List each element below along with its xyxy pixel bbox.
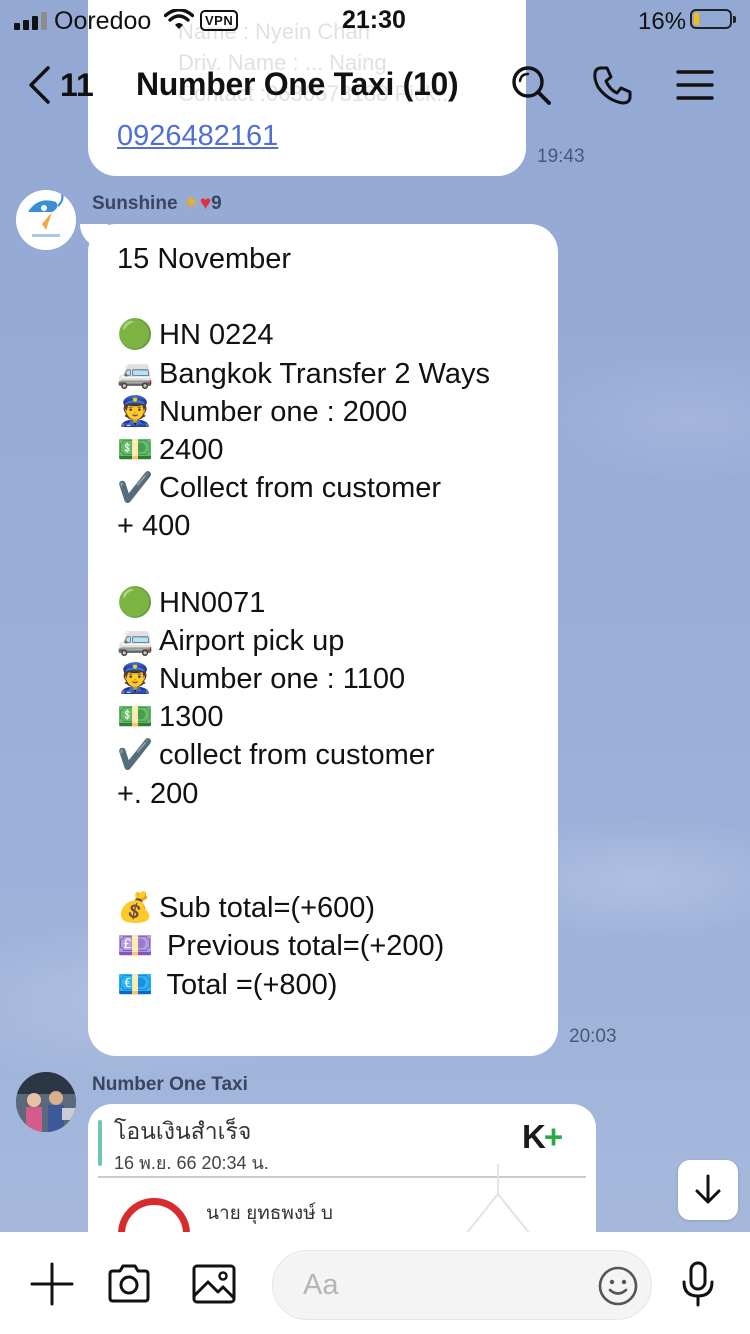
- officer-icon: 👮: [117, 663, 154, 695]
- plus-icon[interactable]: [28, 1260, 76, 1308]
- microphone-icon[interactable]: [674, 1260, 722, 1308]
- transfer-status: โอนเงินสำเร็จ: [114, 1118, 252, 1144]
- green-circle-icon: 🟢: [117, 319, 154, 351]
- message-line: 🚐 Bangkok Transfer 2 Ways: [117, 355, 490, 393]
- dollar-banknote-icon: 💵: [117, 434, 154, 466]
- card-accent-bar: [98, 1120, 102, 1166]
- temple-watermark-icon: [456, 1164, 540, 1244]
- scroll-to-bottom-button[interactable]: [678, 1160, 738, 1220]
- battery-percent: 16%: [638, 8, 687, 35]
- phone-number-link[interactable]: 0926482161: [117, 120, 278, 153]
- sender-name: Number One Taxi: [92, 1074, 248, 1095]
- sunshine-logo-icon: [16, 190, 76, 250]
- message-line: ✔️ Collect from customer: [117, 469, 441, 507]
- message-line: 👮 Number one : 2000: [117, 393, 407, 431]
- message-line: 💶 Total =(+800): [117, 966, 337, 1004]
- transfer-date: 16 พ.ย. 66 20:34 น.: [114, 1153, 269, 1173]
- vpn-badge: VPN: [200, 10, 239, 31]
- pound-banknote-icon: 💷: [117, 930, 154, 962]
- money-bag-icon: 💰: [117, 892, 154, 924]
- camera-icon[interactable]: [105, 1260, 153, 1308]
- menu-icon[interactable]: [674, 64, 716, 106]
- message-line: 💷 Previous total=(+200): [117, 927, 444, 965]
- message-line: 🚐 Airport pick up: [117, 622, 344, 660]
- chat-header: 11 Number One Taxi (10): [0, 50, 750, 120]
- arrow-down-icon: [695, 1174, 721, 1204]
- battery-icon: [690, 9, 736, 29]
- sender-avatar-sunshine[interactable]: [16, 190, 76, 250]
- sender-name: Sunshine ☀♥9: [92, 193, 222, 214]
- status-bar: Ooredoo VPN 21:30 16%: [0, 0, 750, 42]
- sender-account-name: นาย ยุทธพงษ์ บ: [206, 1203, 333, 1224]
- heart-icon: ♥: [199, 193, 212, 214]
- message-line: 🟢 HN0071: [117, 584, 265, 622]
- dollar-banknote-icon: 💵: [117, 701, 154, 733]
- phone-icon[interactable]: [592, 64, 634, 106]
- minibus-icon: 🚐: [117, 625, 154, 657]
- check-mark-icon: ✔️: [117, 472, 154, 504]
- clock: 21:30: [342, 6, 406, 34]
- chevron-left-icon: [29, 66, 50, 104]
- message-line: 15 November: [117, 243, 292, 275]
- cellular-signal-icon: [14, 12, 48, 30]
- carrier-name: Ooredoo: [54, 7, 152, 35]
- previous-message-time: 19:43: [537, 146, 585, 167]
- group-photo-icon: [16, 1072, 76, 1132]
- message-line: +. 200: [117, 778, 199, 810]
- message-input-placeholder: Aa: [303, 1269, 339, 1301]
- message-input-bar: Aa: [0, 1232, 750, 1334]
- chat-title[interactable]: Number One Taxi (10): [136, 66, 459, 103]
- euro-banknote-icon: 💶: [117, 969, 154, 1001]
- image-icon[interactable]: [190, 1260, 238, 1308]
- sun-icon: ☀: [182, 193, 200, 214]
- message-line: ✔️ collect from customer: [117, 736, 435, 774]
- message-time: 20:03: [569, 1026, 617, 1047]
- minibus-icon: 🚐: [117, 358, 154, 390]
- back-button[interactable]: 11: [26, 62, 94, 108]
- message-line: 🟢 HN 0224: [117, 316, 273, 354]
- sender-avatar-number-one-taxi[interactable]: [16, 1072, 76, 1132]
- kplus-logo: K+: [522, 1118, 563, 1155]
- green-circle-icon: 🟢: [117, 587, 154, 619]
- message-line: 💵 2400: [117, 431, 224, 469]
- search-icon[interactable]: [510, 64, 552, 106]
- emoji-icon[interactable]: [597, 1265, 639, 1307]
- check-mark-icon: ✔️: [117, 739, 154, 771]
- message-line: 💰 Sub total=(+600): [117, 889, 375, 927]
- message-input[interactable]: Aa: [272, 1250, 652, 1320]
- message-line: 💵 1300: [117, 698, 224, 736]
- wifi-icon: [164, 9, 194, 29]
- officer-icon: 👮: [117, 396, 154, 428]
- message-line: 👮 Number one : 1100: [117, 660, 405, 698]
- unread-count: 11: [60, 66, 94, 103]
- transfer-slip-card[interactable]: โอนเงินสำเร็จ 16 พ.ย. 66 20:34 น. K+ นาย…: [88, 1104, 596, 1244]
- message-line: + 400: [117, 510, 191, 542]
